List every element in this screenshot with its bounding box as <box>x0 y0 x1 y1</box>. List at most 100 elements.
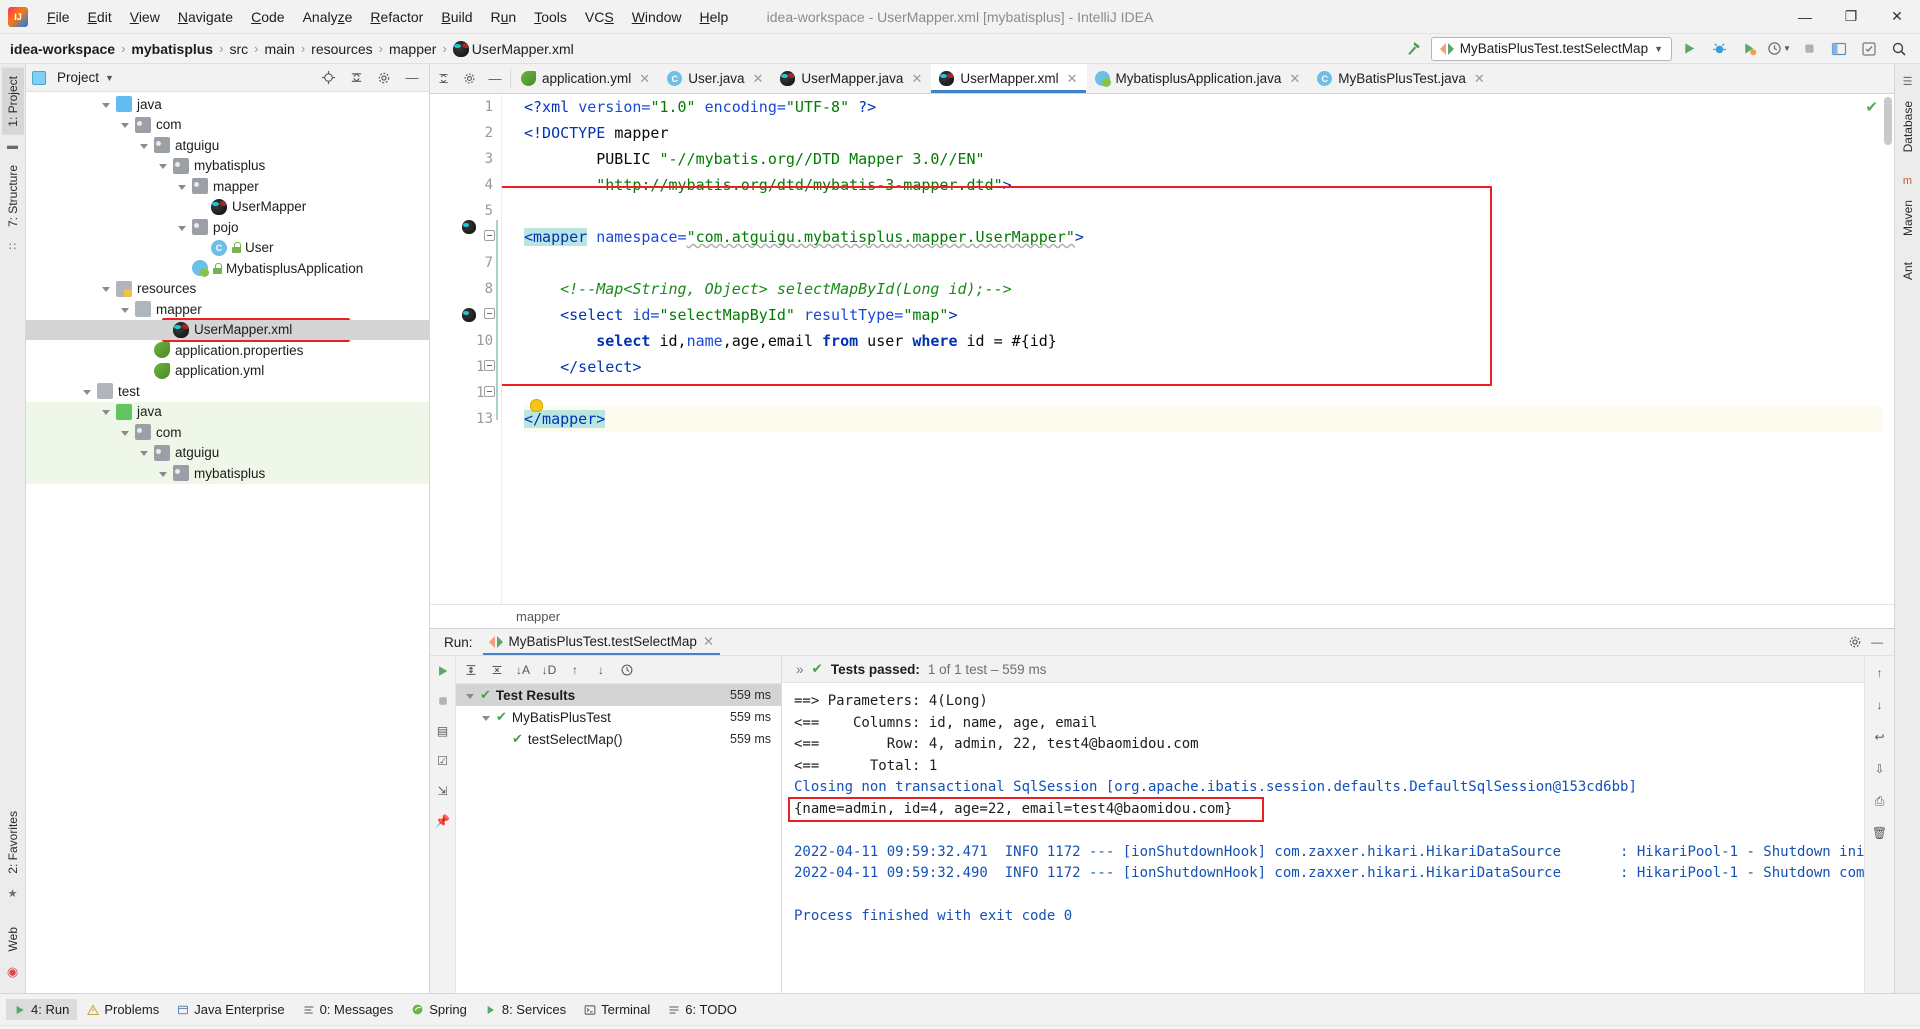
updates-icon[interactable] <box>1856 37 1882 61</box>
menu-window[interactable]: Window <box>623 5 691 29</box>
hammer-icon[interactable] <box>1401 37 1427 61</box>
editor-tab-usermapper-java[interactable]: UserMapper.java ✕ <box>772 64 931 93</box>
run-coverage-icon[interactable] <box>1736 37 1762 61</box>
menu-navigate[interactable]: Navigate <box>169 5 242 29</box>
code-editor[interactable]: 12345678910111213 <?xml version="1.0" en… <box>430 94 1894 604</box>
trash-icon[interactable]: 🗑 <box>1871 824 1889 842</box>
code-fold-toggle[interactable] <box>484 386 495 397</box>
sidebar-tab-structure[interactable]: 7: Structure <box>2 157 24 235</box>
menu-build[interactable]: Build <box>432 5 481 29</box>
tree-expand-arrow-icon[interactable] <box>102 99 113 110</box>
status-tab-problems[interactable]: Problems <box>79 999 167 1020</box>
dump-threads-icon[interactable]: ▤ <box>434 722 452 740</box>
tree-expand-arrow-icon[interactable] <box>121 427 132 438</box>
code-line[interactable]: <select id="selectMapById" resultType="m… <box>524 302 1894 328</box>
project-tree[interactable]: java com atguigu mybatisplus mapper UserMappe… <box>26 92 429 993</box>
test-tree-row[interactable]: ✔ Test Results 559 ms <box>456 684 781 706</box>
project-small-icon[interactable]: ▬ <box>7 140 18 152</box>
editor-scrollbar[interactable] <box>1882 94 1894 604</box>
sort-duration-icon[interactable]: ↓D <box>540 661 558 679</box>
database-small-icon[interactable]: ☰ <box>1903 75 1913 88</box>
layout-icon[interactable] <box>1826 37 1852 61</box>
soft-wrap-icon[interactable]: ↩ <box>1871 728 1889 746</box>
sidebar-tab-project[interactable]: 1: Project <box>1 68 24 135</box>
breadcrumb-resources[interactable]: resources <box>311 41 372 57</box>
editor-tab-usermapper-xml[interactable]: UserMapper.xml ✕ <box>931 64 1087 93</box>
favorites-star-icon[interactable]: ★ <box>8 887 18 900</box>
breadcrumb-main[interactable]: main <box>264 41 294 57</box>
menu-vcs[interactable]: VCS <box>576 5 623 29</box>
profile-icon[interactable]: ▼ <box>1766 37 1792 61</box>
sidebar-tab-ant[interactable]: Ant <box>1897 254 1919 288</box>
code-line[interactable]: <!DOCTYPE mapper <box>524 120 1894 146</box>
tree-expand-arrow-icon[interactable] <box>83 386 94 397</box>
expand-chevrons-icon[interactable]: » <box>796 662 804 677</box>
status-tab-messages[interactable]: 0: Messages <box>295 999 402 1020</box>
locate-icon[interactable] <box>317 67 339 89</box>
tree-expand-arrow-icon[interactable] <box>102 283 113 294</box>
tree-item[interactable]: User <box>26 238 429 259</box>
close-icon[interactable]: ✕ <box>1289 71 1300 87</box>
close-icon[interactable]: ✕ <box>703 634 714 650</box>
next-failed-icon[interactable]: ↓ <box>592 661 610 679</box>
code-line[interactable]: <!--Map<String, Object> selectMapById(Lo… <box>524 276 1894 302</box>
tree-item[interactable]: resources <box>26 279 429 300</box>
sidebar-tab-favorites[interactable]: 2: Favorites <box>2 803 24 882</box>
tree-expand-arrow-icon[interactable] <box>121 304 132 315</box>
status-tab-todo[interactable]: 6: TODO <box>660 999 745 1020</box>
menu-view[interactable]: View <box>121 5 169 29</box>
collapse-all-icon[interactable] <box>488 661 506 679</box>
status-tab-run[interactable]: 4: Run <box>6 999 78 1020</box>
breadcrumb-src[interactable]: src <box>229 41 248 57</box>
settings-gear-icon[interactable] <box>1846 633 1864 651</box>
tree-item[interactable]: java <box>26 401 429 422</box>
code-line[interactable]: <?xml version="1.0" encoding="UTF-8" ?> <box>524 94 1894 120</box>
maximize-button[interactable]: ❐ <box>1828 0 1874 33</box>
tree-item[interactable]: mybatisplus <box>26 463 429 484</box>
sidebar-tab-maven[interactable]: Maven <box>1897 192 1919 244</box>
settings-gear-icon[interactable] <box>456 64 482 93</box>
hide-panel-icon[interactable]: — <box>1868 633 1886 651</box>
tree-expand-arrow-icon[interactable] <box>178 222 189 233</box>
tree-expand-arrow-icon[interactable] <box>102 406 113 417</box>
run-tab-mybatisplustest[interactable]: MyBatisPlusTest.testSelectMap ✕ <box>482 631 721 655</box>
menu-code[interactable]: Code <box>242 5 293 29</box>
inspection-ok-icon[interactable]: ✔ <box>1865 98 1878 116</box>
tree-item[interactable]: atguigu <box>26 135 429 156</box>
chevron-down-icon[interactable]: ▼ <box>105 73 114 83</box>
collapse-all-icon[interactable] <box>345 67 367 89</box>
code-fold-toggle[interactable] <box>484 360 495 371</box>
prev-failed-icon[interactable]: ↑ <box>566 661 584 679</box>
menu-analyze[interactable]: Analyze <box>294 5 362 29</box>
console-output[interactable]: » ✔ Tests passed: 1 of 1 test – 559 ms =… <box>782 656 1864 993</box>
intention-bulb-icon[interactable] <box>530 399 543 412</box>
close-button[interactable]: ✕ <box>1874 0 1920 33</box>
search-icon[interactable] <box>1886 37 1912 61</box>
tree-expand-arrow-icon[interactable] <box>121 119 132 130</box>
tree-item[interactable]: MybatisplusApplication <box>26 258 429 279</box>
status-tab-spring[interactable]: Spring <box>403 999 475 1020</box>
tree-item[interactable]: pojo <box>26 217 429 238</box>
tree-item[interactable]: test <box>26 381 429 402</box>
tree-item[interactable]: application.properties <box>26 340 429 361</box>
code-line[interactable] <box>524 250 1894 276</box>
tree-expand-arrow-icon[interactable] <box>140 447 151 458</box>
code-line[interactable] <box>524 380 1894 406</box>
menu-edit[interactable]: Edit <box>79 5 121 29</box>
stop-button[interactable] <box>1796 37 1822 61</box>
editor-tab-mybatisplusapplication-java[interactable]: MybatisplusApplication.java ✕ <box>1087 64 1310 93</box>
editor-gutter[interactable]: 12345678910111213 <box>430 94 502 604</box>
collapse-tabs-icon[interactable] <box>430 64 456 93</box>
status-tab-services[interactable]: 8: Services <box>477 999 574 1020</box>
test-tree-row[interactable]: ✔ testSelectMap() 559 ms <box>456 728 781 750</box>
export-icon[interactable]: ⇲ <box>434 782 452 800</box>
tree-item[interactable]: java <box>26 94 429 115</box>
editor-tab-user-java[interactable]: User.java ✕ <box>659 64 772 93</box>
mybatis-gutter-marker-line9[interactable] <box>462 308 476 322</box>
expand-all-icon[interactable] <box>462 661 480 679</box>
run-icon[interactable] <box>1676 37 1702 61</box>
tree-item[interactable]: application.yml <box>26 361 429 382</box>
print-icon[interactable]: ⎙ <box>1871 792 1889 810</box>
tree-item[interactable]: com <box>26 422 429 443</box>
status-tab-java-enterprise[interactable]: Java Enterprise <box>169 999 292 1020</box>
